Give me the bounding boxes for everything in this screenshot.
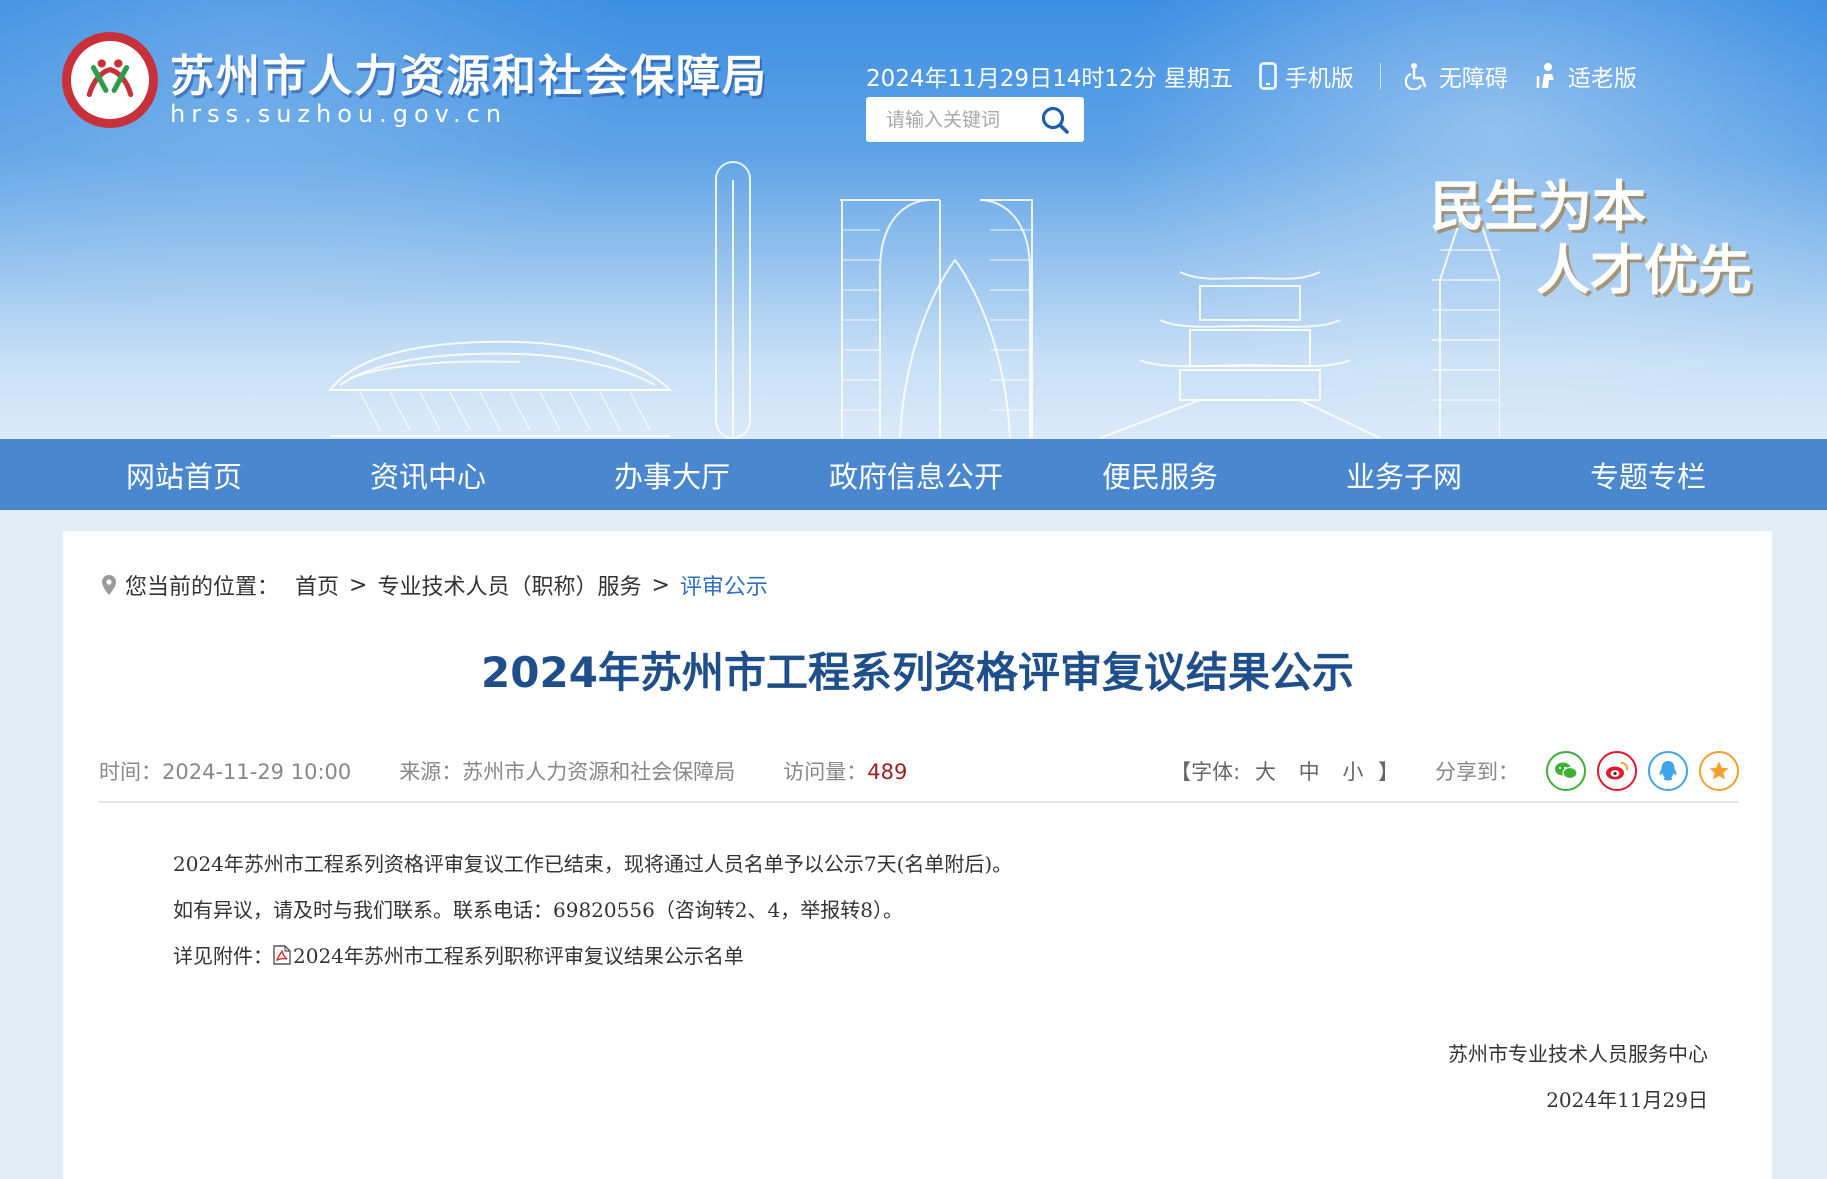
pdf-file-icon	[273, 945, 291, 965]
share-label: 分享到：	[1435, 760, 1519, 784]
font-size-close: 】	[1378, 760, 1399, 784]
article-source: 来源：苏州市人力资源和社会保障局	[399, 756, 735, 786]
font-size-control: 【字体: 大 中 小 】	[1170, 756, 1399, 786]
search-input[interactable]	[886, 108, 1036, 131]
breadcrumb-current[interactable]: 评审公示	[680, 569, 768, 601]
article-paragraph: 2024年苏州市工程系列资格评审复议工作已结束，现将通过人员名单予以公示7天(名…	[173, 852, 1013, 876]
article-body: 2024年苏州市工程系列资格评审复议工作已结束，现将通过人员名单予以公示7天(名…	[173, 841, 1573, 979]
mobile-phone-icon	[1259, 62, 1277, 90]
nav-item-news[interactable]: 资讯中心	[306, 454, 550, 496]
star-icon	[1709, 761, 1729, 780]
font-size-medium-button[interactable]: 中	[1299, 760, 1320, 784]
share-qq-button[interactable]	[1648, 751, 1688, 791]
mobile-version-link[interactable]: 手机版	[1259, 59, 1354, 93]
signature-organization: 苏州市专业技术人员服务中心	[1448, 1042, 1708, 1066]
topbar-divider	[1379, 63, 1381, 89]
article-card: 您当前的位置： 首页 > 专业技术人员（职称）服务 > 评审公示 2024年苏州…	[63, 531, 1772, 1179]
visit-count: 访问量：489	[783, 756, 907, 786]
site-header: 苏州市人力资源和社会保障局 hrss.suzhou.gov.cn 2024年11…	[0, 0, 1827, 440]
search-box	[866, 97, 1084, 142]
article-paragraph: 如有异议，请及时与我们联系。联系电话：69820556（咨询转2、4，举报转8）…	[173, 898, 903, 922]
source-value: 苏州市人力资源和社会保障局	[462, 760, 736, 784]
visit-count-value: 489	[867, 760, 908, 784]
article-signature: 苏州市专业技术人员服务中心 2024年11月29日	[1448, 1031, 1708, 1123]
elderly-person-icon	[1536, 63, 1554, 88]
breadcrumb-label: 您当前的位置：	[125, 575, 280, 600]
city-skyline-illustration	[327, 161, 1500, 439]
article-meta: 时间：2024-11-29 10:00 来源：苏州市人力资源和社会保障局 访问量…	[99, 746, 1739, 796]
slogan-line1: 民生为本	[1430, 175, 1646, 238]
wheelchair-icon	[1404, 63, 1427, 90]
weibo-icon	[1606, 762, 1629, 780]
search-icon[interactable]	[1040, 105, 1070, 135]
font-size-open: 【字体:	[1170, 760, 1241, 784]
publish-time: 时间：2024-11-29 10:00	[99, 756, 351, 786]
nav-item-home[interactable]: 网站首页	[62, 454, 306, 496]
logo-emblem-icon	[86, 59, 134, 98]
publish-time-value: 2024-11-29 10:00	[162, 760, 352, 784]
source-label: 来源：	[399, 760, 463, 784]
share-wechat-button[interactable]	[1546, 751, 1586, 791]
visit-count-label: 访问量：	[783, 760, 868, 784]
header-slogan: 民生为本 人才优先	[1430, 180, 1752, 298]
nav-item-public-service[interactable]: 便民服务	[1038, 454, 1282, 496]
main-nav: 网站首页 资讯中心 办事大厅 政府信息公开 便民服务 业务子网 专题专栏	[0, 439, 1827, 510]
location-pin-icon	[102, 575, 116, 595]
attachment-title: 2024年苏州市工程系列职称评审复议结果公示名单	[293, 944, 744, 968]
attachment-link[interactable]: 2024年苏州市工程系列职称评审复议结果公示名单	[273, 944, 744, 968]
site-title[interactable]: 苏州市人力资源和社会保障局	[170, 40, 768, 104]
breadcrumb-home[interactable]: 首页	[295, 569, 339, 601]
breadcrumb: 您当前的位置： 首页 > 专业技术人员（职称）服务 > 评审公示	[101, 569, 768, 601]
attachment-line: 详见附件： 2024年苏州市工程系列职称评审复议结果公示名单	[173, 933, 1573, 979]
qq-icon	[1659, 761, 1677, 781]
share-weibo-button[interactable]	[1597, 751, 1637, 791]
favorite-button[interactable]	[1699, 751, 1739, 791]
attachment-label: 详见附件：	[173, 944, 273, 968]
article-title: 2024年苏州市工程系列资格评审复议结果公示	[481, 648, 1354, 697]
elderly-version-label: 适老版	[1567, 66, 1637, 92]
font-size-small-button[interactable]: 小	[1342, 760, 1363, 784]
accessibility-label: 无障碍	[1438, 66, 1508, 92]
breadcrumb-separator: >	[349, 572, 368, 598]
nav-item-business-sites[interactable]: 业务子网	[1282, 454, 1526, 496]
signature-date: 2024年11月29日	[1546, 1088, 1708, 1112]
meta-divider	[99, 801, 1739, 803]
nav-item-special-topics[interactable]: 专题专栏	[1526, 454, 1770, 496]
meta-tools: 【字体: 大 中 小 】 分享到：	[1170, 751, 1739, 791]
accessibility-link[interactable]: 无障碍	[1404, 59, 1508, 93]
wechat-icon	[1555, 762, 1578, 780]
top-utility-bar: 2024年11月29日14时12分 星期五 手机版 无障碍 适老版	[866, 58, 1663, 94]
current-datetime: 2024年11月29日14时12分 星期五	[866, 66, 1233, 92]
font-size-large-button[interactable]: 大	[1255, 760, 1276, 784]
slogan-line2: 人才优先	[1536, 239, 1752, 302]
nav-item-service-hall[interactable]: 办事大厅	[550, 454, 794, 496]
publish-time-label: 时间：	[99, 760, 162, 784]
nav-item-gov-info[interactable]: 政府信息公开	[794, 454, 1038, 496]
site-domain: hrss.suzhou.gov.cn	[170, 100, 508, 128]
elderly-version-link[interactable]: 适老版	[1534, 59, 1637, 93]
breadcrumb-separator: >	[651, 572, 670, 598]
mobile-version-label: 手机版	[1284, 66, 1354, 92]
site-logo[interactable]	[62, 32, 158, 128]
breadcrumb-professional-services[interactable]: 专业技术人员（职称）服务	[377, 569, 641, 601]
